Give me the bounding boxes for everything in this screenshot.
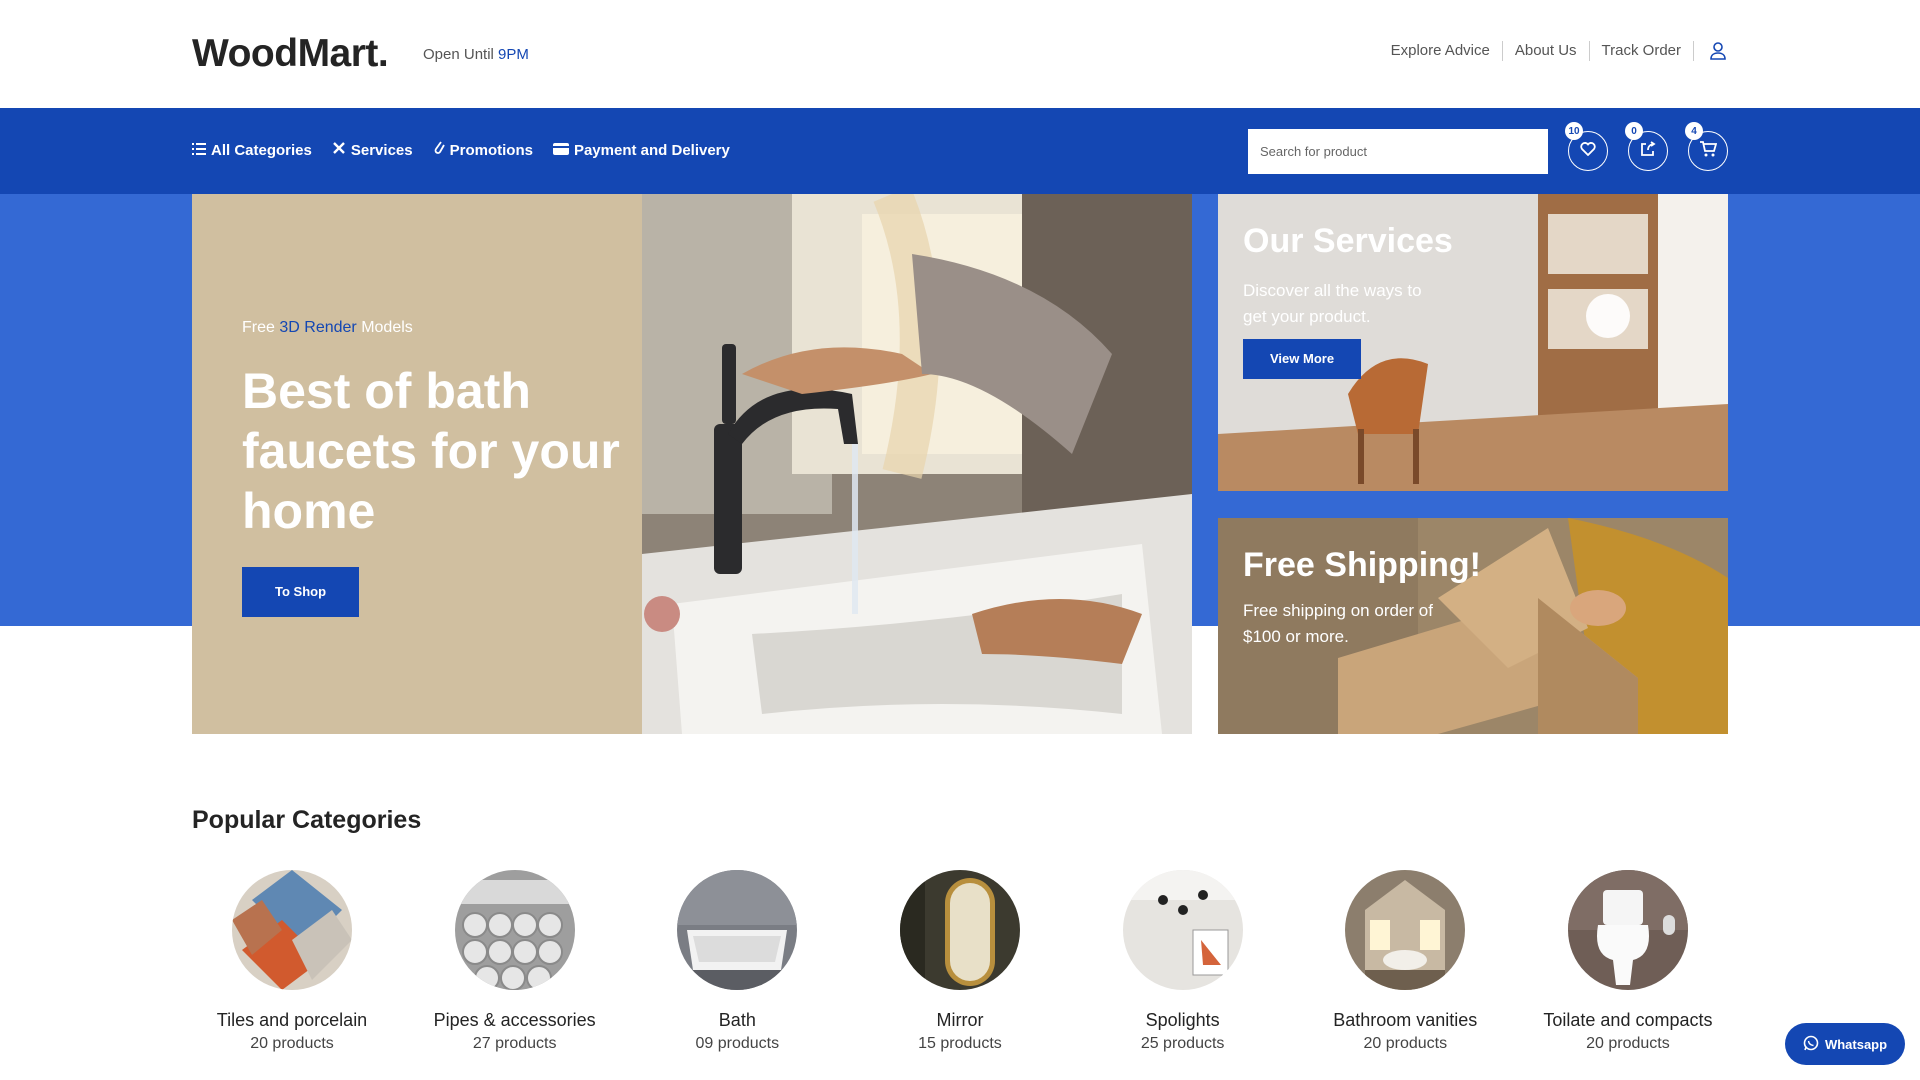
category-list: Tiles and porcelain 20 products Pipes & … (192, 870, 1728, 1053)
category-toilets-image (1567, 870, 1688, 990)
category-toilets[interactable]: Toilate and compacts 20 products (1528, 870, 1728, 1053)
top-links: Explore Advice About Us Track Order (1379, 41, 1728, 61)
category-tiles[interactable]: Tiles and porcelain 20 products (192, 870, 392, 1053)
open-hours: Open Until 9PM (423, 46, 529, 63)
tools-icon (332, 141, 346, 159)
compare-badge: 0 (1625, 122, 1643, 140)
open-hours-time: 9PM (498, 46, 529, 63)
nav-promotions-label: Promotions (449, 141, 533, 159)
user-icon[interactable] (1708, 41, 1728, 61)
cart-icon (1699, 140, 1717, 162)
wishlist-button[interactable]: 10 (1565, 122, 1608, 171)
category-count: 15 products (918, 1035, 1002, 1052)
category-vanities-image (1345, 870, 1466, 990)
nav-menu: All Categories Services Promotions Payme… (192, 141, 730, 159)
nav-all-categories[interactable]: All Categories (192, 141, 312, 159)
whatsapp-button[interactable]: Whatsapp (1785, 1023, 1905, 1065)
category-count: 20 products (250, 1035, 334, 1052)
hero-subtitle-prefix: Free (242, 319, 275, 336)
nav-payment-delivery-label: Payment and Delivery (573, 141, 730, 159)
open-hours-label: Open Until (423, 46, 494, 63)
category-spotlights[interactable]: Spolights 25 products (1083, 870, 1283, 1053)
shipping-desc: Free shipping on order of $100 or more. (1243, 601, 1433, 646)
category-name: Pipes & accessories (433, 1010, 596, 1030)
category-bath-image (677, 870, 798, 990)
category-name: Bath (718, 1010, 756, 1030)
hero-text: Free 3D Render Models Best of bath fauce… (242, 319, 622, 617)
hero-subtitle: Free 3D Render Models (242, 319, 622, 337)
view-more-button[interactable]: View More (1243, 339, 1362, 379)
cart-badge: 4 (1685, 122, 1703, 140)
hero-faucet-image (642, 194, 1192, 734)
popular-categories-title: Popular Categories (192, 806, 422, 834)
nav-payment-delivery[interactable]: Payment and Delivery (552, 141, 730, 159)
category-pipes[interactable]: Pipes & accessories 27 products (415, 870, 615, 1053)
tag-icon (433, 141, 445, 159)
nav-all-categories-label: All Categories (211, 141, 312, 159)
category-mirror-image (899, 870, 1020, 990)
logo[interactable]: WoodMart. (192, 32, 389, 76)
hero-subtitle-suffix: Models (361, 319, 413, 336)
services-desc: Discover all the ways to get your produc… (1243, 281, 1422, 326)
compare-button[interactable]: 0 (1625, 122, 1668, 171)
category-name: Spolights (1145, 1010, 1220, 1030)
category-bath[interactable]: Bath 09 products (637, 870, 837, 1053)
category-vanities[interactable]: Bathroom vanities 20 products (1305, 870, 1505, 1053)
share-icon (1640, 140, 1656, 162)
category-name: Bathroom vanities (1333, 1010, 1478, 1030)
category-count: 20 products (1586, 1035, 1670, 1052)
category-spotlights-image (1122, 870, 1243, 990)
link-explore-advice[interactable]: Explore Advice (1379, 41, 1503, 61)
search-input[interactable] (1248, 129, 1548, 174)
shipping-banner[interactable]: Free Shipping! Free shipping on order of… (1218, 518, 1728, 734)
to-shop-button[interactable]: To Shop (242, 567, 360, 617)
category-name: Toilate and compacts (1543, 1010, 1713, 1030)
list-icon (192, 142, 206, 159)
hero-banner: Free 3D Render Models Best of bath fauce… (192, 194, 1192, 734)
category-count: 25 products (1140, 1035, 1225, 1052)
category-name: Tiles and porcelain (216, 1010, 368, 1030)
link-track-order[interactable]: Track Order (1590, 41, 1694, 61)
category-count: 27 products (472, 1035, 557, 1052)
heart-icon (1580, 141, 1596, 161)
link-about-us[interactable]: About Us (1503, 41, 1590, 61)
category-mirror[interactable]: Mirror 15 products (860, 870, 1060, 1053)
services-banner[interactable]: Our Services Discover all the ways to ge… (1218, 194, 1728, 491)
main-nav: All Categories Services Promotions Payme… (0, 108, 1920, 194)
top-header: WoodMart. Open Until 9PM Explore Advice … (0, 0, 1920, 108)
hero-title: Best of bath faucets for your home (242, 363, 620, 539)
category-count: 09 products (695, 1035, 780, 1052)
category-name: Mirror (936, 1010, 984, 1030)
category-tiles-image (232, 870, 352, 990)
category-pipes-image (454, 870, 575, 990)
cart-button[interactable]: 4 (1685, 122, 1728, 171)
nav-promotions[interactable]: Promotions (433, 141, 533, 159)
wishlist-badge: 10 (1565, 122, 1583, 140)
whatsapp-label: Whatsapp (1824, 1036, 1888, 1052)
shipping-title: Free Shipping! (1243, 546, 1481, 584)
services-title: Our Services (1243, 222, 1453, 260)
nav-services-label: Services (350, 141, 413, 159)
credit-card-icon (552, 142, 569, 159)
nav-services[interactable]: Services (332, 141, 413, 159)
whatsapp-icon (1803, 1035, 1819, 1054)
category-count: 20 products (1363, 1035, 1448, 1052)
hero-subtitle-highlight: 3D Render (279, 319, 357, 336)
